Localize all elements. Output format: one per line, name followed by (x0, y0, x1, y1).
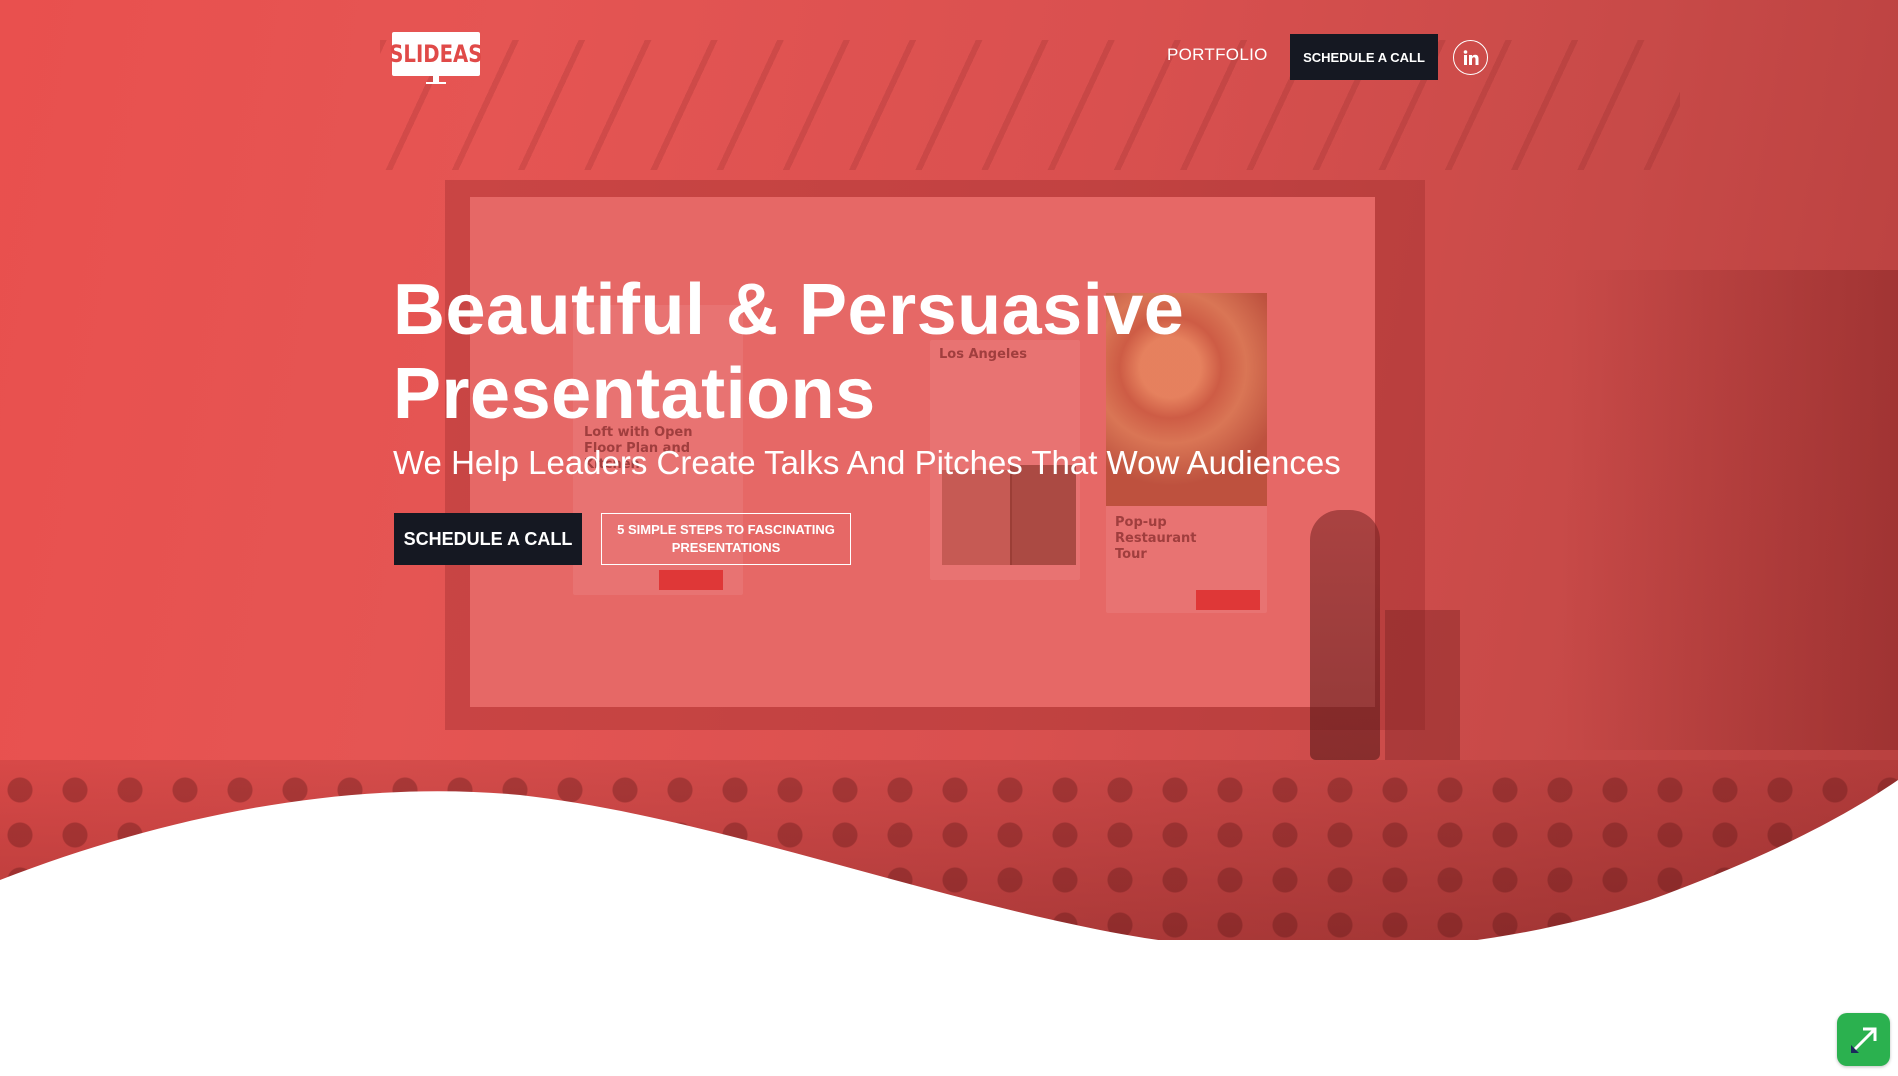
linkedin-glyph (1463, 49, 1478, 65)
stage-wing (1560, 270, 1898, 750)
hero-headline: Beautiful & Persuasive Presentations (393, 268, 1393, 436)
speaker-figure (1310, 510, 1380, 760)
five-steps-button[interactable]: 5 SIMPLE STEPS TO FASCINATING PRESENTATI… (601, 513, 851, 565)
book-cover (942, 470, 1012, 565)
slideas-logo[interactable]: SLIDEAS (389, 32, 483, 76)
hero-subheadline: We Help Leaders Create Talks And Pitches… (393, 444, 1341, 481)
linkedin-icon[interactable] (1453, 40, 1488, 75)
hero-schedule-call-button[interactable]: SCHEDULE A CALL (394, 513, 582, 565)
app-shortcut-icon[interactable] (1837, 1013, 1890, 1066)
nav-portfolio-link[interactable]: PORTFOLIO (1167, 45, 1268, 69)
logo-text: SLIDEAS (389, 40, 483, 68)
headline-line-2: Presentations (393, 354, 876, 434)
logo-base (426, 82, 446, 84)
hero-wave-divider (0, 780, 1898, 1076)
screen-text: Pop-up Restaurant Tour (1115, 515, 1197, 562)
podium (1385, 610, 1460, 760)
screen-button (659, 570, 723, 590)
screen-button (1196, 590, 1260, 610)
headline-line-1: Beautiful & Persuasive (393, 270, 1185, 350)
header-schedule-call-button[interactable]: SCHEDULE A CALL (1290, 34, 1438, 80)
shortcut-glyph (1850, 1027, 1876, 1053)
